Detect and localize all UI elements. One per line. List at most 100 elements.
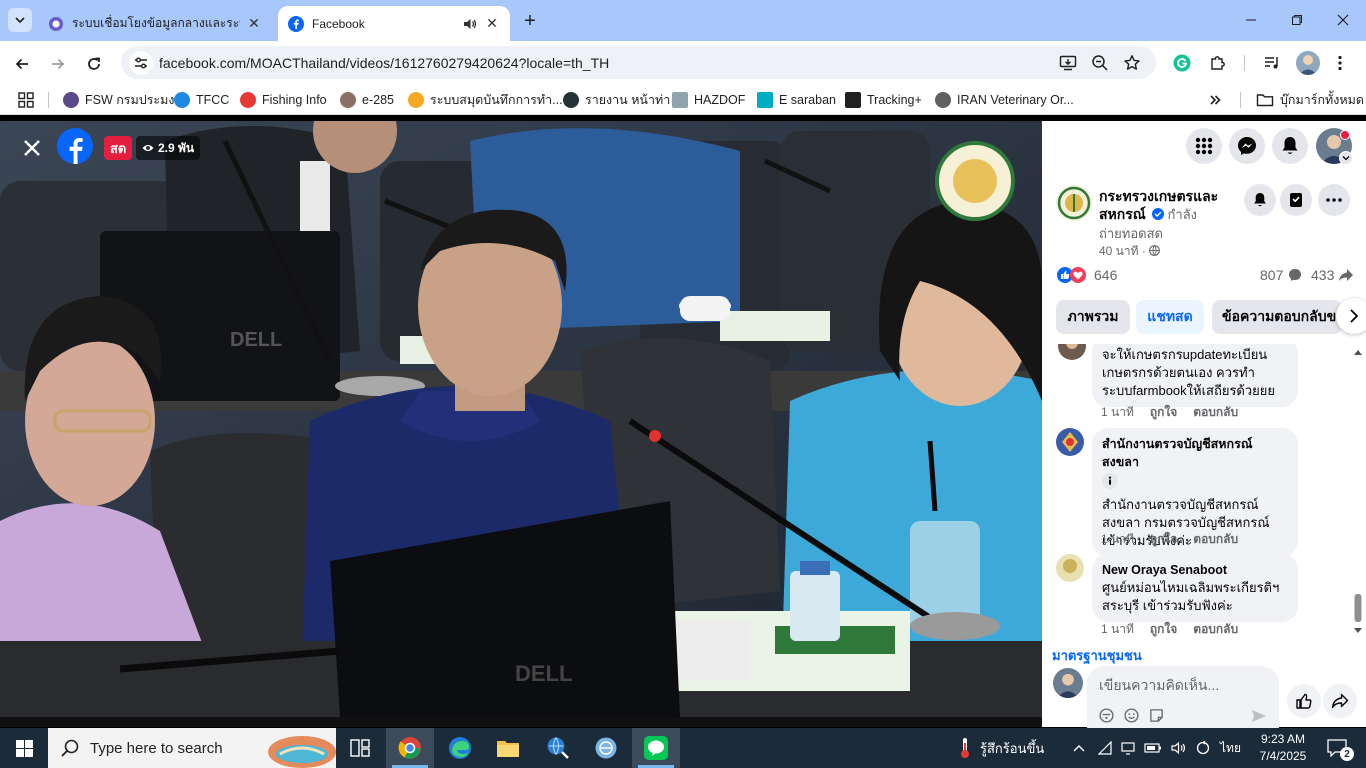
facebook-menu-button[interactable] bbox=[1186, 128, 1222, 164]
install-app-button[interactable] bbox=[1058, 53, 1078, 73]
reactions-summary[interactable]: 646 bbox=[1057, 266, 1117, 284]
comments-count[interactable]: 807 bbox=[1260, 266, 1302, 284]
save-video-button[interactable] bbox=[1280, 184, 1312, 216]
emoji-icon[interactable] bbox=[1124, 708, 1139, 723]
share-video-button[interactable] bbox=[1323, 684, 1357, 718]
extensions-button[interactable] bbox=[1208, 53, 1228, 73]
new-tab-button[interactable]: + bbox=[518, 10, 542, 32]
comment-avatar[interactable] bbox=[1056, 554, 1084, 582]
comment-composer[interactable]: เขียนความคิดเห็น... bbox=[1087, 666, 1279, 728]
taskbar-app-globe-search[interactable] bbox=[534, 728, 582, 768]
like-comment-button[interactable]: ถูกใจ bbox=[1150, 403, 1177, 422]
close-tab-icon[interactable]: ✕ bbox=[246, 15, 262, 32]
page-avatar[interactable] bbox=[1056, 185, 1092, 221]
comment-time[interactable]: 1 นาที bbox=[1101, 403, 1134, 422]
send-icon[interactable] bbox=[1251, 708, 1267, 724]
shares-count[interactable]: 433 bbox=[1311, 266, 1354, 284]
sticker-icon[interactable] bbox=[1149, 708, 1164, 723]
comment-input[interactable]: เขียนความคิดเห็น... bbox=[1099, 675, 1219, 697]
comment-author[interactable]: สำนักงานตรวจบัญชีสหกรณ์สงขลา bbox=[1102, 435, 1288, 471]
browser-tab-2[interactable]: Facebook ✕ bbox=[278, 6, 510, 41]
close-tab-icon[interactable]: ✕ bbox=[484, 15, 500, 32]
comment-avatar[interactable] bbox=[1056, 428, 1084, 456]
zoom-button[interactable] bbox=[1090, 53, 1110, 73]
bookmark-item[interactable]: TFCC bbox=[174, 90, 229, 110]
apps-button[interactable] bbox=[18, 92, 34, 108]
bookmark-star-button[interactable] bbox=[1122, 53, 1142, 73]
show-hidden-icons-button[interactable] bbox=[1072, 728, 1086, 768]
sync-icon[interactable] bbox=[1196, 741, 1210, 755]
taskbar-file-explorer[interactable] bbox=[484, 728, 532, 768]
start-button[interactable] bbox=[0, 728, 48, 768]
reply-comment-button[interactable]: ตอบกลับ bbox=[1193, 530, 1238, 549]
browser-tab-1[interactable]: ระบบเชื่อมโยงข้อมูลกลางและระบบสนับสนุน ✕ bbox=[38, 6, 272, 41]
network-icon[interactable] bbox=[1098, 741, 1112, 755]
bookmark-item[interactable]: FSW กรมประมง bbox=[63, 90, 174, 110]
reload-button[interactable] bbox=[80, 50, 108, 78]
taskbar-app-remote[interactable] bbox=[582, 728, 630, 768]
clock[interactable]: 9:23 AM 7/4/2025 bbox=[1254, 728, 1312, 768]
bookmark-item[interactable]: Fishing Info bbox=[240, 90, 327, 110]
profile-avatar[interactable] bbox=[1296, 51, 1320, 75]
battery-icon[interactable] bbox=[1144, 741, 1162, 755]
messenger-button[interactable] bbox=[1229, 128, 1265, 164]
tab-overview[interactable]: ภาพรวม bbox=[1056, 300, 1130, 334]
bookmark-item[interactable]: IRAN Veterinary Or... bbox=[935, 90, 1074, 110]
bookmark-item[interactable]: ระบบสมุดบันทึกการทำ... bbox=[408, 90, 563, 110]
weather-widget[interactable]: รู้สึกร้อนขึ้น bbox=[958, 728, 1044, 768]
taskbar-chrome[interactable] bbox=[386, 728, 434, 768]
input-language[interactable]: ไทย bbox=[1220, 728, 1241, 768]
info-icon[interactable] bbox=[1102, 473, 1118, 489]
bookmark-item[interactable]: รายงาน หน้าท่า bbox=[563, 90, 670, 110]
reply-comment-button[interactable]: ตอบกลับ bbox=[1193, 620, 1238, 638]
tabs-scroll-right-button[interactable] bbox=[1336, 298, 1366, 334]
taskbar-line[interactable] bbox=[632, 728, 680, 768]
reply-comment-button[interactable]: ตอบกลับ bbox=[1193, 403, 1238, 422]
comments-scrollbar[interactable] bbox=[1353, 346, 1363, 636]
url-text[interactable]: facebook.com/MOACThailand/videos/1612760… bbox=[159, 55, 609, 71]
bookmark-item[interactable]: Tracking+ bbox=[845, 90, 922, 110]
speaker-audio-icon[interactable] bbox=[462, 16, 478, 32]
community-standards-link[interactable]: มาตรฐานชุมชน bbox=[1052, 645, 1142, 666]
like-video-button[interactable] bbox=[1287, 684, 1321, 718]
chrome-menu-button[interactable] bbox=[1330, 53, 1350, 73]
media-control-button[interactable] bbox=[1262, 53, 1282, 73]
bookmark-item[interactable]: E saraban bbox=[757, 90, 836, 110]
display-icon[interactable] bbox=[1121, 741, 1135, 755]
tab-search-button[interactable] bbox=[8, 8, 32, 32]
close-video-button[interactable] bbox=[18, 134, 46, 162]
page-name[interactable]: กระทรวงเกษตรและสหกรณ์ กำลัง bbox=[1099, 187, 1229, 224]
restore-window-button[interactable] bbox=[1274, 0, 1320, 40]
forward-button[interactable] bbox=[44, 50, 72, 78]
bookmark-item[interactable]: e-285 bbox=[340, 90, 394, 110]
grammarly-extension-button[interactable] bbox=[1172, 53, 1192, 73]
site-info-button[interactable] bbox=[129, 50, 153, 75]
comment-avatar[interactable] bbox=[1058, 344, 1086, 360]
volume-icon[interactable] bbox=[1171, 741, 1187, 755]
more-bookmarks-button[interactable] bbox=[1208, 90, 1222, 110]
task-view-button[interactable] bbox=[336, 728, 384, 768]
composer-avatar[interactable] bbox=[1053, 668, 1083, 698]
tab-live-chat[interactable]: แชทสด bbox=[1136, 300, 1204, 334]
comment-time[interactable]: 1 นาที bbox=[1101, 530, 1134, 549]
close-window-button[interactable] bbox=[1320, 0, 1366, 40]
more-options-button[interactable] bbox=[1318, 184, 1350, 216]
notification-center-button[interactable]: 2 bbox=[1322, 728, 1354, 768]
address-bar[interactable]: facebook.com/MOACThailand/videos/1612760… bbox=[121, 46, 1156, 79]
all-bookmarks-folder[interactable]: บุ๊กมาร์กทั้งหมด bbox=[1256, 90, 1364, 110]
back-button[interactable] bbox=[8, 50, 36, 78]
taskbar-search[interactable]: Type here to search bbox=[48, 728, 336, 768]
comment-author[interactable]: New Oraya Senaboot bbox=[1102, 561, 1288, 579]
taskbar-edge[interactable] bbox=[436, 728, 484, 768]
facebook-logo[interactable] bbox=[57, 128, 93, 164]
minimize-window-button[interactable] bbox=[1228, 0, 1274, 40]
live-video-player[interactable]: DELL DELL bbox=[0, 121, 1042, 717]
account-dropdown-badge[interactable] bbox=[1339, 151, 1353, 165]
like-comment-button[interactable]: ถูกใจ bbox=[1150, 530, 1177, 549]
bookmark-item[interactable]: HAZDOF bbox=[672, 90, 745, 110]
notifications-button[interactable] bbox=[1272, 128, 1308, 164]
tab-replies[interactable]: ข้อความตอบกลับข bbox=[1212, 300, 1342, 334]
page-bell-button[interactable] bbox=[1244, 184, 1276, 216]
comment-time[interactable]: 1 นาที bbox=[1101, 620, 1134, 638]
like-comment-button[interactable]: ถูกใจ bbox=[1150, 620, 1177, 638]
